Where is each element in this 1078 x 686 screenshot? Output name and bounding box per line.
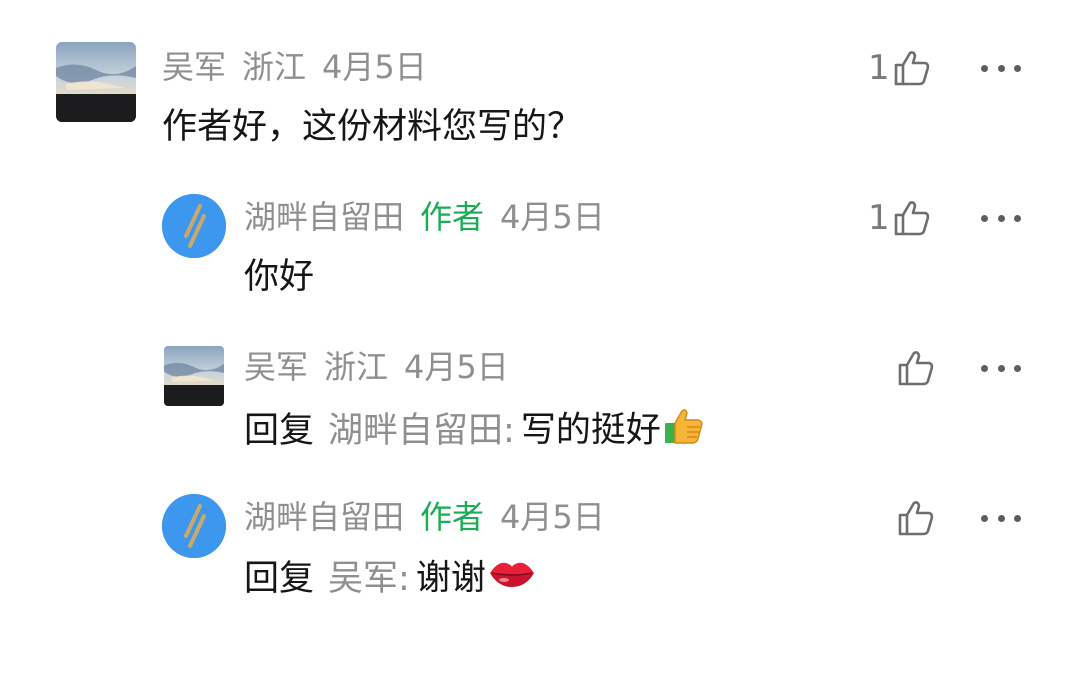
comment-body: 作者好，这份材料您写的？ [162,107,583,147]
more-options-button[interactable] [981,208,1021,228]
comment-meta: 吴军 浙江 4月5日 [162,47,443,87]
avatar[interactable] [164,346,224,406]
more-dots-icon [981,514,988,522]
like-button[interactable]: 1 [868,196,932,240]
comment-text: 你好 [244,253,314,301]
comment-thread: 吴军浙江4月5日 作者好，这份材料您写的？ 1 湖畔自留田作者4月5日 [0,0,1078,686]
like-count: 1 [868,48,890,88]
slash-logo-icon [162,194,226,258]
comment-text: 回复 吴军: 谢谢 [244,553,536,601]
like-button[interactable] [896,346,936,390]
reply-prefix: 回复 [244,558,315,599]
more-dots-icon [1014,514,1021,522]
landscape-photo-icon [164,346,224,406]
avatar[interactable] [56,42,136,122]
comment-body: 你好 [244,257,315,297]
like-button[interactable]: 1 [868,46,932,90]
reply-item: 湖畔自留田 作者 4月5日 回复 吴军: 谢谢 [0,460,1078,620]
username[interactable]: 湖畔自留田 [244,498,404,536]
timestamp: 4月5日 [404,348,509,386]
reply-prefix: 回复 [244,410,315,451]
timestamp: 4月5日 [322,48,427,86]
timestamp: 4月5日 [500,198,605,236]
more-options-button[interactable] [981,508,1021,528]
reply-item: 湖畔自留田 作者 4月5日 你好 1 [0,160,1078,310]
timestamp: 4月5日 [500,498,605,536]
thumbs-up-outline-icon [898,351,934,386]
thumbs-up-outline-icon [894,51,929,86]
more-options-button[interactable] [981,358,1021,378]
username[interactable]: 吴军 [162,48,226,86]
more-options-button[interactable] [981,58,1021,78]
lips-emoji-icon [488,553,536,606]
more-dots-icon [981,64,988,72]
more-dots-icon [997,514,1005,522]
avatar[interactable] [162,194,226,258]
more-dots-icon [997,64,1005,72]
username[interactable]: 吴军 [244,348,308,386]
comment-body: 谢谢 [415,558,486,599]
reply-target-user[interactable]: 湖畔自留田: [328,411,515,451]
comment-meta: 湖畔自留田 作者 4月5日 [244,197,621,237]
avatar[interactable] [162,494,226,558]
more-dots-icon [1014,64,1021,72]
thumbs-up-outline-icon [894,201,929,236]
reply-item: 吴军 浙江 4月5日 回复 湖畔自留田: 写的挺好 [0,310,1078,460]
comment-item: 吴军 浙江 4月5日 作者好，这份材料您写的？ 1 [0,0,1078,160]
more-dots-icon [1014,364,1021,372]
thumbs-up-emoji-icon [663,403,707,460]
location: 浙江 [324,348,389,386]
like-count: 1 [868,198,890,238]
more-dots-icon [981,214,988,222]
comment-body: 写的挺好 [520,410,661,451]
reply-target-user[interactable]: 吴军: [328,559,410,599]
more-dots-icon [997,214,1005,222]
thumbs-up-outline-icon [898,501,934,536]
comment-text: 作者好，这份材料您写的？ [162,103,582,151]
comment-meta: 吴军 浙江 4月5日 [244,347,525,387]
comment-meta: 湖畔自留田 作者 4月5日 [244,497,621,537]
author-badge: 作者 [420,498,485,536]
comment-text: 回复 湖畔自留田: 写的挺好 [244,403,707,451]
more-dots-icon [981,364,988,372]
location: 浙江 [242,48,307,86]
more-dots-icon [997,364,1005,372]
username[interactable]: 湖畔自留田 [244,198,404,236]
author-badge: 作者 [420,198,485,236]
more-dots-icon [1014,214,1021,222]
slash-logo-icon [162,494,226,558]
landscape-photo-icon [56,42,136,122]
like-button[interactable] [896,496,936,540]
